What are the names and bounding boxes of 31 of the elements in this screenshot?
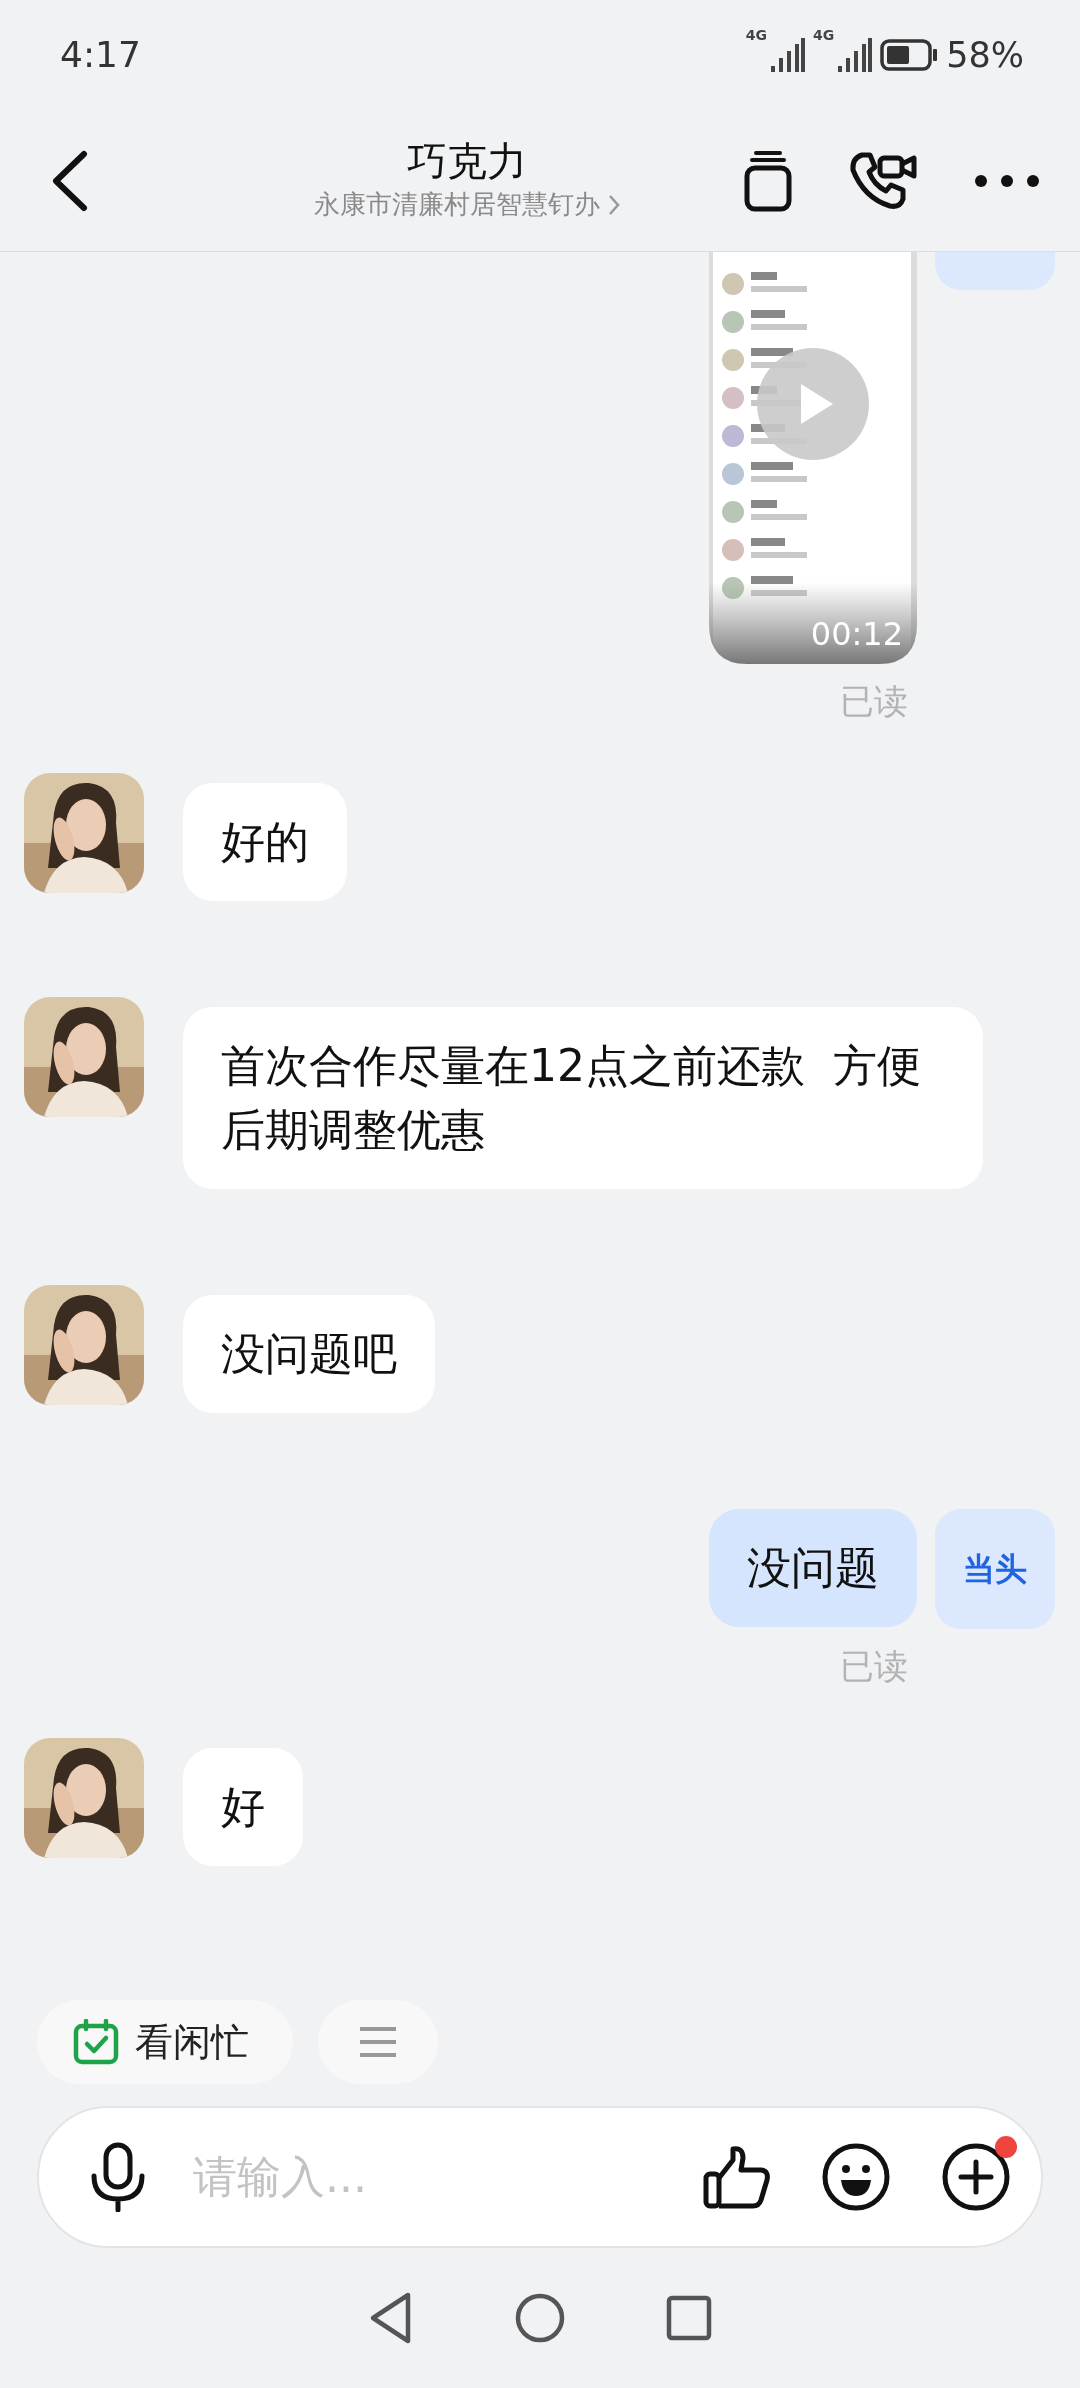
stack-icon[interactable] bbox=[744, 149, 792, 212]
video-duration: 00:12 bbox=[810, 618, 903, 650]
nav-home-icon[interactable] bbox=[514, 2292, 566, 2344]
message-bubble: 好 bbox=[183, 1748, 303, 1866]
battery-percent: 58% bbox=[946, 33, 1024, 77]
network-label: 4G bbox=[745, 28, 767, 42]
menu-icon bbox=[358, 2026, 398, 2058]
avatar-label: 当头 bbox=[935, 1509, 1055, 1629]
message-bubble: 没问题吧 bbox=[183, 1295, 435, 1413]
add-button[interactable] bbox=[941, 2142, 1011, 2212]
back-button[interactable] bbox=[50, 149, 90, 212]
message-bubble: 没问题 bbox=[709, 1509, 917, 1627]
network-label: 4G bbox=[812, 28, 835, 42]
busy-status-chip[interactable]: 看闲忙 bbox=[37, 2000, 293, 2084]
read-receipt: 已读 bbox=[839, 680, 909, 723]
chat-title: 巧克力 bbox=[407, 137, 527, 185]
chevron-icon bbox=[608, 193, 620, 216]
signal-icon bbox=[770, 38, 805, 72]
play-icon[interactable] bbox=[757, 348, 869, 460]
read-receipt: 已读 bbox=[839, 1645, 909, 1688]
emoji-icon[interactable] bbox=[821, 2142, 891, 2212]
message-bubble: 首次合作尽量在12点之前还款 方便后期调整优惠 bbox=[183, 1007, 983, 1189]
microphone-icon[interactable] bbox=[89, 2142, 147, 2212]
more-icon[interactable] bbox=[974, 173, 1040, 188]
status-time: 4:17 bbox=[60, 33, 141, 77]
thumbs-up-icon[interactable] bbox=[703, 2144, 771, 2210]
nav-recents-icon[interactable] bbox=[666, 2295, 712, 2341]
battery-icon bbox=[880, 39, 939, 71]
signal-icon bbox=[838, 38, 873, 72]
message-bubble: 好的 bbox=[183, 783, 347, 901]
calendar-check-icon bbox=[73, 2019, 119, 2065]
